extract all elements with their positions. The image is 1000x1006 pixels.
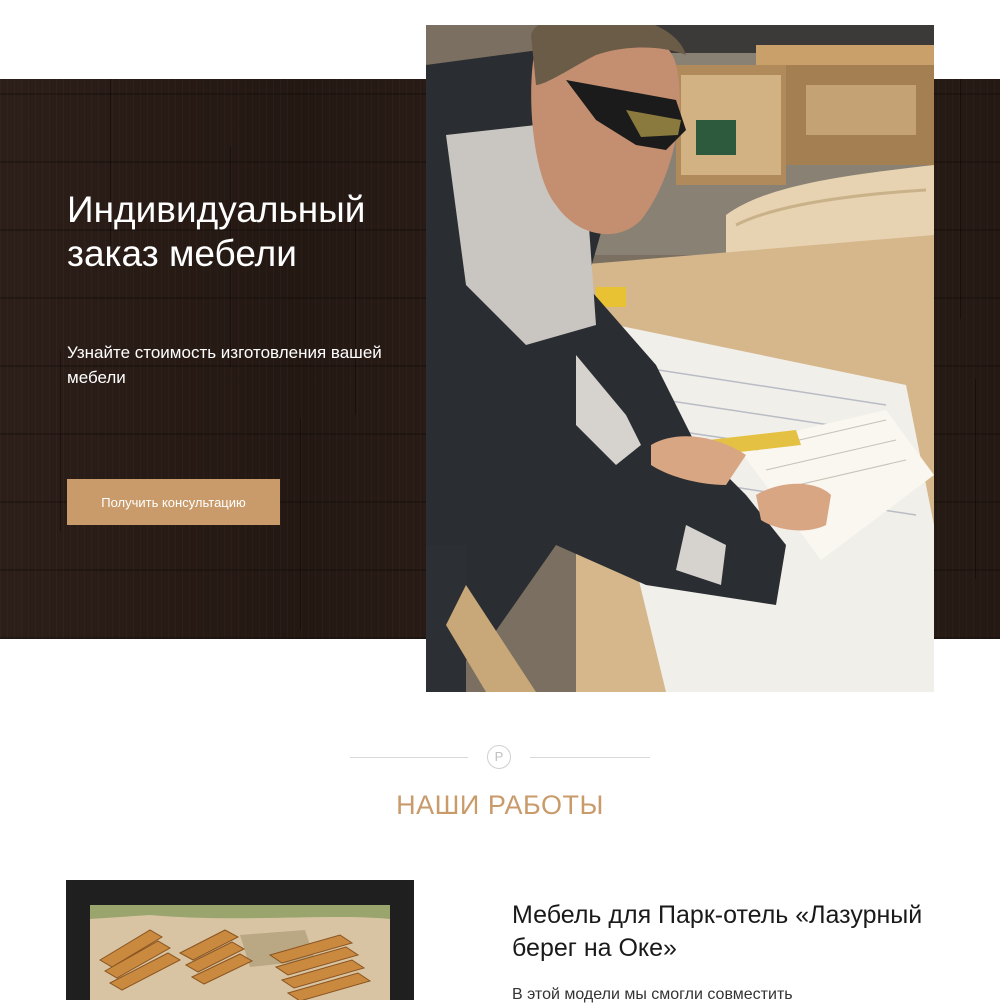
work-title: Мебель для Парк-отель «Лазурный берег на… bbox=[512, 901, 923, 962]
consultation-button[interactable]: Получить консультацию bbox=[67, 479, 280, 525]
wood-seam bbox=[300, 419, 301, 629]
work-description: В этой модели мы смогли совместить bbox=[512, 986, 793, 1003]
section-title: НАШИ РАБОТЫ bbox=[396, 790, 604, 820]
work-card-frame bbox=[66, 880, 414, 1000]
hero-photo-carpenter bbox=[426, 25, 934, 692]
hero-title: Индивидуальный заказ мебели bbox=[67, 189, 366, 274]
wood-seam bbox=[975, 379, 976, 579]
wood-seam bbox=[960, 79, 961, 319]
brand-logo-icon: P bbox=[487, 745, 511, 769]
wood-seam bbox=[60, 351, 61, 531]
hero-subtitle: Узнайте стоимость изготовления вашей меб… bbox=[67, 343, 382, 387]
divider-right bbox=[530, 757, 650, 758]
divider-left bbox=[350, 757, 468, 758]
work-photo-loungers[interactable] bbox=[90, 905, 390, 1000]
